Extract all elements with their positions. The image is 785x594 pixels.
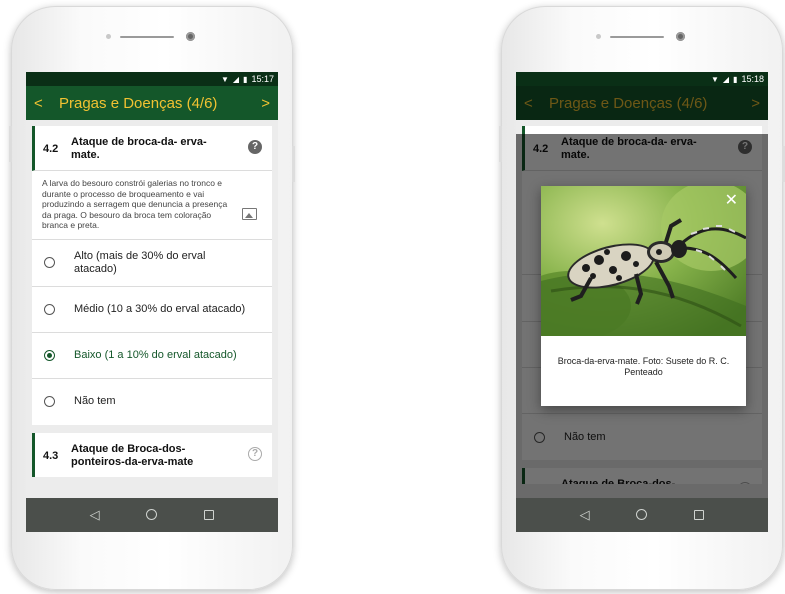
page-title: Pragas e Doenças (4/6) xyxy=(59,94,218,112)
question-circle-icon[interactable]: ? xyxy=(248,446,262,461)
question-title: Ataque de Broca-dos-ponteiros-da-erva-ma… xyxy=(71,442,194,468)
nav-home-icon[interactable] xyxy=(142,508,162,523)
signal-icon: ◢ xyxy=(722,74,730,84)
signal-icon: ◢ xyxy=(232,74,240,84)
question-title: Ataque de broca-da- erva-mate. xyxy=(71,136,207,161)
nav-back-icon[interactable]: ◁ xyxy=(85,507,105,523)
battery-icon: ▮ xyxy=(733,74,738,84)
phone-left: ▼ ◢ ▮ 15:17 < Pragas e Doenças (4/6) > 4… xyxy=(9,6,295,590)
question-list[interactable]: 4.2 Ataque de broca-da- erva-mate. ? A l… xyxy=(26,120,278,484)
forward-button[interactable]: > xyxy=(254,95,270,112)
beetle-photo-illustration xyxy=(541,186,746,336)
phone-side-button xyxy=(499,126,502,162)
modal-scrim-appbar xyxy=(516,86,768,120)
screen-question: ▼ ◢ ▮ 15:17 < Pragas e Doenças (4/6) > 4… xyxy=(26,72,278,532)
phone-side-button xyxy=(9,126,12,162)
option-label: Baixo (1 a 10% do erval atacado) xyxy=(74,348,237,361)
nav-recents-icon[interactable] xyxy=(689,508,709,523)
option-label: Médio (10 a 30% do erval atacado) xyxy=(74,302,246,315)
option-nao-tem[interactable]: Não tem xyxy=(32,379,272,425)
question-number: 4.2 xyxy=(43,143,59,155)
option-label: Não tem xyxy=(74,395,116,407)
phone-earpiece xyxy=(106,32,198,42)
radio-button-selected[interactable] xyxy=(44,349,55,361)
question-header: 4.2 Ataque de broca-da- erva-mate. ? xyxy=(32,126,272,171)
question-number: 4.3 xyxy=(43,449,59,462)
question-card: 4.3 Ataque de Broca-dos-ponteiros-da-erv… xyxy=(32,432,272,477)
question-circle-icon[interactable]: ? xyxy=(248,140,262,154)
wifi-icon: ▼ xyxy=(220,74,229,84)
description-text: A larva do besouro constrói galerias no … xyxy=(42,178,228,230)
wifi-icon: ▼ xyxy=(710,74,719,84)
radio-button[interactable] xyxy=(44,303,55,315)
phone-earpiece xyxy=(596,32,688,42)
beetle-photo: ✕ xyxy=(541,186,746,336)
phone-side-button xyxy=(292,146,295,182)
divider xyxy=(32,424,272,433)
question-description: A larva do besouro constrói galerias no … xyxy=(32,171,272,240)
close-icon[interactable]: ✕ xyxy=(725,190,738,210)
status-bar: ▼ ◢ ▮ 15:17 xyxy=(26,72,278,86)
question-card: 4.2 Ataque de broca-da- erva-mate. ? A l… xyxy=(32,126,272,425)
option-label: Alto (mais de 30% do erval atacado) xyxy=(74,249,206,275)
radio-button[interactable] xyxy=(44,396,55,407)
nav-recents-icon[interactable] xyxy=(199,508,219,523)
nav-home-icon[interactable] xyxy=(632,508,652,523)
photo-caption: Broca-da-erva-mate. Foto: Susete do R. C… xyxy=(557,356,730,377)
option-baixo[interactable]: Baixo (1 a 10% do erval atacado) xyxy=(32,333,272,379)
nav-back-icon[interactable]: ◁ xyxy=(575,507,595,523)
option-medio[interactable]: Médio (10 a 30% do erval atacado) xyxy=(32,287,272,333)
battery-icon: ▮ xyxy=(243,74,248,84)
status-time: 15:18 xyxy=(741,74,764,84)
question-header: 4.3 Ataque de Broca-dos-ponteiros-da-erv… xyxy=(32,432,272,477)
phone-right: ▼ ◢ ▮ 15:18 < Pragas e Doenças (4/6) > 4… xyxy=(499,6,785,590)
image-icon[interactable] xyxy=(242,208,257,220)
radio-button[interactable] xyxy=(44,257,55,268)
photo-dialog: ✕ Broca-da-erva-mate. Foto: Susete do R.… xyxy=(541,186,746,406)
status-bar: ▼ ◢ ▮ 15:18 xyxy=(516,72,768,86)
app-bar: < Pragas e Doenças (4/6) > xyxy=(26,86,278,120)
status-time: 15:17 xyxy=(251,74,274,84)
back-button[interactable]: < xyxy=(34,95,50,112)
screen-photo-modal: ▼ ◢ ▮ 15:18 < Pragas e Doenças (4/6) > 4… xyxy=(516,72,768,532)
option-alto[interactable]: Alto (mais de 30% do erval atacado) xyxy=(32,240,272,287)
android-nav-bar: ◁ xyxy=(26,498,278,532)
android-nav-bar: ◁ xyxy=(516,498,768,532)
